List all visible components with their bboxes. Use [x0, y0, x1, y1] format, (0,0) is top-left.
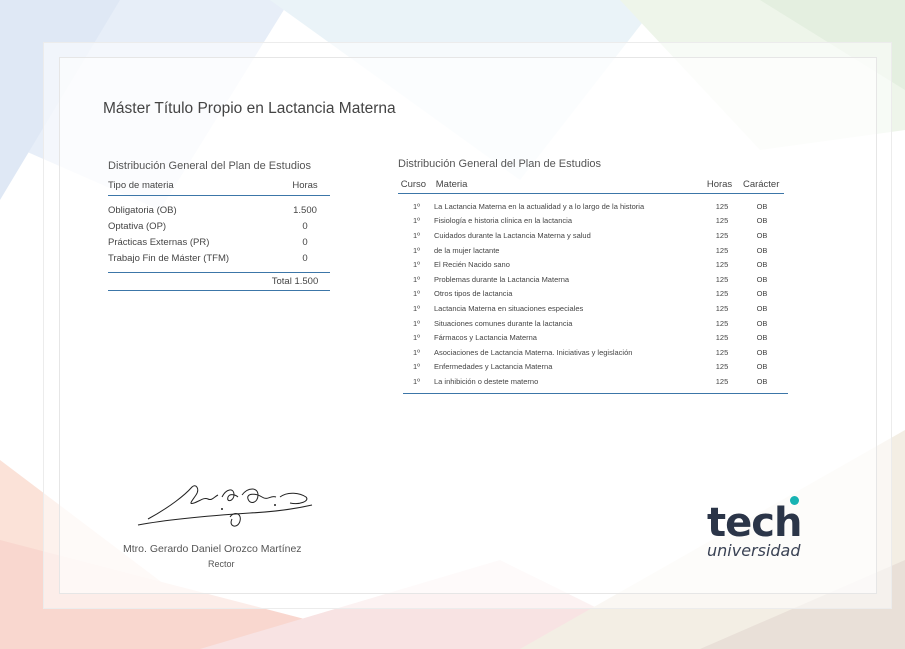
header-horas: Horas	[706, 179, 733, 190]
summary-row: Prácticas Externas (PR) 0	[108, 234, 330, 250]
summary-table: Distribución General del Plan de Estudio…	[108, 160, 330, 291]
detail-table: Distribución General del Plan de Estudio…	[398, 158, 788, 394]
row-caracter: OB	[756, 318, 768, 328]
row-materia: Otros tipos de lactancia	[434, 289, 513, 299]
row-curso: 1º	[413, 230, 420, 240]
row-materia: El Recién Nacido sano	[434, 260, 510, 270]
detail-row: 1º Otros tipos de lactancia 125 OB	[403, 287, 788, 302]
detail-row: 1º Enfermedades y Lactancia Materna 125 OB	[403, 360, 788, 375]
row-horas: 125	[715, 333, 729, 343]
detail-row: 1º Cuidados durante la Lactancia Materna …	[403, 228, 788, 243]
row-caracter: OB	[756, 216, 768, 226]
detail-row: 1º El Recién Nacido sano 125 OB	[403, 257, 788, 272]
row-curso: 1º	[413, 260, 420, 270]
header-curso: Curso	[400, 179, 427, 190]
row-curso: 1º	[413, 333, 420, 343]
row-materia: Enfermedades y Lactancia Materna	[434, 362, 553, 372]
header-materia: Materia	[435, 179, 468, 190]
summary-tipo: Optativa (OP)	[108, 220, 167, 232]
row-horas: 125	[715, 274, 729, 284]
row-materia: Lactancia Materna en situaciones especia…	[434, 303, 584, 313]
row-curso: 1º	[413, 201, 420, 211]
row-caracter: OB	[756, 362, 768, 372]
summary-tipo: Prácticas Externas (PR)	[108, 236, 210, 248]
row-caracter: OB	[756, 376, 768, 386]
summary-horas: 0	[302, 220, 308, 232]
detail-table-caption: Distribución General del Plan de Estudio…	[398, 158, 602, 170]
row-horas: 125	[715, 303, 729, 313]
summary-horas: 0	[302, 236, 308, 248]
row-materia: Fisiología e historia clínica en la lact…	[434, 216, 572, 226]
row-curso: 1º	[413, 362, 420, 372]
summary-table-caption: Distribución General del Plan de Estudio…	[108, 160, 312, 172]
header-caracter: Carácter	[742, 179, 780, 190]
row-materia: La Lactancia Materna en la actualidad y …	[434, 201, 645, 211]
row-curso: 1º	[413, 318, 420, 328]
row-caracter: OB	[756, 274, 768, 284]
detail-table-header: Curso Materia Horas Carácter	[398, 179, 784, 194]
row-horas: 125	[715, 230, 729, 240]
detail-row: 1º La Lactancia Materna en la actualidad …	[403, 199, 788, 214]
row-curso: 1º	[413, 289, 420, 299]
summary-tipo: Trabajo Fin de Máster (TFM)	[108, 252, 230, 264]
row-caracter: OB	[756, 333, 768, 343]
signatory-name: Mtro. Gerardo Daniel Orozco Martínez	[123, 543, 302, 555]
row-caracter: OB	[756, 303, 768, 313]
row-materia: Asociaciones de Lactancia Materna. Inici…	[434, 347, 633, 357]
row-horas: 125	[715, 245, 729, 255]
row-materia: Cuidados durante la Lactancia Materna y …	[434, 230, 591, 240]
row-materia: Problemas durante la Lactancia Materna	[434, 274, 570, 284]
row-caracter: OB	[756, 347, 768, 357]
detail-row: 1º de la mujer lactante 125 OB	[403, 243, 788, 258]
summary-row: Trabajo Fin de Máster (TFM) 0	[108, 250, 330, 266]
detail-row: 1º Asociaciones de Lactancia Materna. Ini…	[403, 345, 788, 360]
row-caracter: OB	[756, 245, 768, 255]
row-curso: 1º	[413, 216, 420, 226]
summary-table-header: Tipo de materia Horas	[108, 180, 330, 196]
row-curso: 1º	[413, 376, 420, 386]
detail-row: 1º Situaciones comunes durante la lactanc…	[403, 316, 788, 331]
signatory-role: Rector	[208, 559, 235, 569]
detail-row: 1º Problemas durante la Lactancia Materna…	[403, 272, 788, 287]
row-horas: 125	[715, 289, 729, 299]
summary-total-row: Total 1.500	[108, 272, 330, 291]
row-caracter: OB	[756, 201, 768, 211]
row-curso: 1º	[413, 245, 420, 255]
row-curso: 1º	[413, 274, 420, 284]
row-horas: 125	[715, 216, 729, 226]
row-horas: 125	[715, 347, 729, 357]
row-caracter: OB	[756, 289, 768, 299]
row-horas: 125	[715, 376, 729, 386]
detail-table-body: 1º La Lactancia Materna en la actualidad …	[403, 194, 788, 394]
row-curso: 1º	[413, 303, 420, 313]
row-materia: de la mujer lactante	[434, 245, 500, 255]
header-tipo: Tipo de materia	[108, 180, 174, 191]
summary-total: Total 1.500	[271, 276, 319, 287]
row-materia: Situaciones comunes durante la lactancia	[434, 318, 573, 328]
summary-horas: 1.500	[293, 204, 317, 216]
document-title: Máster Título Propio en Lactancia Matern…	[103, 100, 396, 117]
signature-image	[137, 485, 313, 527]
row-materia: Fármacos y Lactancia Materna	[434, 333, 537, 343]
row-materia: La inhibición o destete materno	[434, 376, 539, 386]
row-horas: 125	[715, 362, 729, 372]
summary-row: Obligatoria (OB) 1.500	[108, 202, 330, 218]
row-horas: 125	[715, 260, 729, 270]
summary-row: Optativa (OP) 0	[108, 218, 330, 234]
summary-horas: 0	[302, 252, 308, 264]
detail-row: 1º Fisiología e historia clínica en la la…	[403, 214, 788, 229]
detail-row: 1º La inhibición o destete materno 125 OB	[403, 374, 788, 389]
summary-tipo: Obligatoria (OB)	[108, 204, 177, 216]
tech-universidad-logo: tech universidad	[707, 496, 802, 560]
row-caracter: OB	[756, 230, 768, 240]
logo-wordmark: tech	[707, 496, 802, 543]
detail-row: 1º Lactancia Materna en situaciones espec…	[403, 301, 788, 316]
detail-row: 1º Fármacos y Lactancia Materna 125 OB	[403, 330, 788, 345]
row-caracter: OB	[756, 260, 768, 270]
row-horas: 125	[715, 201, 729, 211]
row-horas: 125	[715, 318, 729, 328]
row-curso: 1º	[413, 347, 420, 357]
header-horas: Horas	[292, 180, 318, 191]
